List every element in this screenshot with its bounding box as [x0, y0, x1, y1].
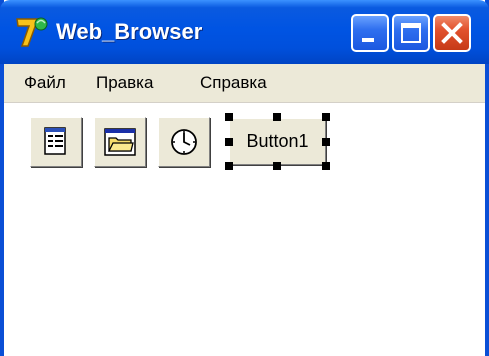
selection-handle-right[interactable]	[322, 138, 330, 146]
title-bar[interactable]: Web_Browser	[0, 0, 489, 64]
clock-icon	[171, 129, 197, 155]
selection-handle-bottom[interactable]	[273, 162, 281, 170]
close-button[interactable]	[433, 14, 471, 52]
selection-handle-bottom-right[interactable]	[322, 162, 330, 170]
selection-handle-top-left[interactable]	[225, 113, 233, 121]
properties-icon	[44, 127, 66, 155]
selection-handle-top[interactable]	[273, 113, 281, 121]
maximize-icon	[401, 23, 421, 43]
menu-bar: Файл Правка Справка	[4, 64, 485, 103]
delphi-seven-icon	[16, 17, 48, 47]
clock-button[interactable]	[158, 117, 210, 167]
properties-button[interactable]	[30, 117, 82, 167]
menu-help[interactable]: Справка	[200, 64, 267, 102]
open-folder-icon	[104, 128, 136, 156]
selection-handle-top-right[interactable]	[322, 113, 330, 121]
selection-handle-left[interactable]	[225, 138, 233, 146]
menu-edit[interactable]: Правка	[96, 64, 153, 102]
close-icon	[441, 22, 463, 44]
maximize-button[interactable]	[392, 14, 430, 52]
menu-file[interactable]: Файл	[24, 64, 66, 102]
open-folder-button[interactable]	[94, 117, 146, 167]
selection-handle-bottom-left[interactable]	[225, 162, 233, 170]
minimize-icon	[362, 38, 374, 42]
window-title: Web_Browser	[56, 19, 203, 44]
button1[interactable]: Button1	[229, 118, 326, 165]
minimize-button[interactable]	[351, 14, 389, 52]
